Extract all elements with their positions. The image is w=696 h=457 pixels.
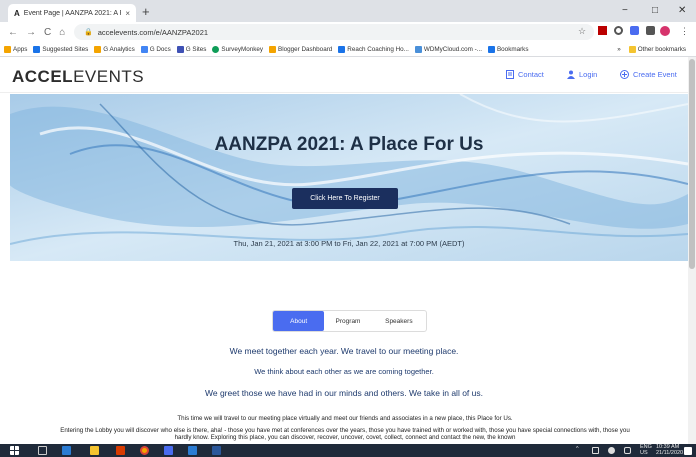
bookmark-item[interactable]: G Docs: [140, 45, 171, 53]
user-icon: [567, 70, 575, 79]
address-bar-row: ← → C ⌂ 🔒 accelevents.com/e/AANZPA2021 ☆…: [0, 22, 696, 42]
bookmark-item[interactable]: G Sites: [176, 45, 206, 53]
clock[interactable]: 10:39 AM 21/11/2020: [656, 444, 683, 456]
windows-start-icon[interactable]: [10, 446, 19, 455]
surveymonkey-icon: [212, 45, 220, 53]
about-paragraph-2: Entering the Lobby you will discover who…: [60, 427, 630, 441]
browser-tab[interactable]: A Event Page | AANZPA 2021: A Pla ×: [8, 4, 136, 22]
sites-icon: [176, 45, 184, 53]
pdf-extension-icon[interactable]: [598, 26, 607, 35]
bookmark-icon: [33, 45, 41, 53]
bookmarks-right: » Other bookmarks: [617, 42, 692, 56]
lock-icon: 🔒: [84, 29, 93, 36]
coaching-icon: [338, 45, 346, 53]
bookmark-item[interactable]: Apps: [4, 45, 27, 53]
event-tabs: About Program Speakers: [272, 310, 427, 332]
reload-icon[interactable]: C: [44, 27, 51, 38]
analytics-icon: [94, 45, 102, 53]
tab-close-icon[interactable]: ×: [125, 9, 130, 18]
bookmark-item[interactable]: WDMyCloud.com -...: [414, 45, 482, 53]
new-tab-button[interactable]: +: [142, 4, 150, 19]
cloud-icon: [414, 45, 422, 53]
home-icon[interactable]: ⌂: [59, 27, 65, 38]
contact-link[interactable]: Contact: [506, 70, 544, 79]
browser-tab-bar: A Event Page | AANZPA 2021: A Pla × + − …: [0, 0, 696, 22]
event-date: Thu, Jan 21, 2021 at 3:00 PM to Fri, Jan…: [233, 239, 465, 248]
url-field[interactable]: 🔒 accelevents.com/e/AANZPA2021: [74, 24, 594, 40]
puzzle-extension-icon[interactable]: [646, 26, 655, 35]
volume-icon[interactable]: [624, 447, 631, 454]
accelevents-logo[interactable]: ACCELEVENTS: [12, 67, 144, 87]
tab-about[interactable]: About: [273, 311, 325, 331]
bookmark-item[interactable]: G Analytics: [94, 45, 135, 53]
forward-icon[interactable]: →: [26, 27, 36, 38]
cloud-sync-icon[interactable]: [608, 447, 615, 454]
bookmark-star-icon[interactable]: ☆: [578, 26, 586, 37]
about-line-2: We think about each other as we are comi…: [254, 367, 434, 376]
minimize-button[interactable]: −: [622, 5, 628, 16]
create-event-link[interactable]: Create Event: [620, 70, 677, 79]
page-scrollbar[interactable]: [688, 57, 696, 444]
extension-icon[interactable]: [614, 26, 623, 35]
site-header: ACCELEVENTS Contact Login Create Event: [0, 57, 688, 93]
event-hero-banner: AANZPA 2021: A Place For Us Click Here T…: [10, 94, 688, 261]
profile-avatar[interactable]: [660, 26, 670, 36]
star-icon: [487, 45, 495, 53]
chrome-icon[interactable]: [140, 446, 149, 455]
outlook-icon[interactable]: [62, 446, 71, 455]
event-title: AANZPA 2021: A Place For Us: [214, 134, 484, 155]
outlook-icon[interactable]: [188, 446, 197, 455]
app-icon[interactable]: [164, 446, 173, 455]
url-text: accelevents.com/e/AANZPA2021: [97, 27, 209, 37]
tray-expand-icon[interactable]: ^: [576, 446, 579, 453]
plus-circle-icon: [620, 70, 629, 79]
windows-taskbar: ^ ENG US 10:39 AM 21/11/2020: [0, 444, 696, 457]
file-explorer-icon[interactable]: [90, 446, 99, 455]
bookmark-item[interactable]: SurveyMonkey: [212, 45, 263, 53]
bookmark-item[interactable]: Suggested Sites: [33, 45, 88, 53]
apps-grid-icon: [4, 45, 11, 53]
bookmark-item[interactable]: Reach Coaching Ho...: [338, 45, 409, 53]
word-icon[interactable]: [212, 446, 221, 455]
network-icon[interactable]: [592, 447, 599, 454]
folder-icon: [628, 46, 636, 53]
notifications-icon[interactable]: [684, 447, 692, 455]
menu-icon[interactable]: ⋮: [680, 26, 689, 37]
google-icon: [269, 45, 277, 53]
login-link[interactable]: Login: [567, 70, 597, 79]
tab-speakers[interactable]: Speakers: [372, 311, 426, 331]
maximize-button[interactable]: □: [652, 5, 658, 16]
tab-title: Event Page | AANZPA 2021: A Pla: [23, 9, 122, 17]
drive-icon: [140, 45, 148, 53]
extension-icon[interactable]: [630, 26, 639, 35]
back-icon[interactable]: ←: [8, 27, 18, 38]
bookmarks-bar: Apps Suggested Sites G Analytics G Docs …: [0, 42, 696, 57]
analytics-app-icon[interactable]: [116, 446, 125, 455]
register-button[interactable]: Click Here To Register: [292, 188, 398, 209]
about-line-1: We meet together each year. We travel to…: [229, 346, 459, 356]
close-window-button[interactable]: ✕: [678, 5, 686, 16]
abstract-wave-background: [10, 94, 688, 261]
scrollbar-thumb[interactable]: [689, 59, 695, 269]
tab-program[interactable]: Program: [324, 311, 371, 331]
task-view-icon[interactable]: [38, 446, 47, 455]
accelevents-favicon-icon: A: [14, 8, 20, 18]
bookmark-item[interactable]: Blogger Dashboard: [269, 45, 332, 53]
more-bookmarks-icon[interactable]: »: [617, 46, 621, 53]
about-line-3: We greet those we have had in our minds …: [205, 388, 483, 398]
bookmark-item[interactable]: Bookmarks: [487, 45, 528, 53]
document-icon: [506, 70, 514, 79]
language-indicator[interactable]: ENG US: [640, 444, 652, 456]
web-page: ACCELEVENTS Contact Login Create Event A…: [0, 57, 688, 444]
about-paragraph-1: This time we will travel to our meeting …: [177, 415, 513, 422]
other-bookmarks[interactable]: Other bookmarks: [628, 46, 686, 53]
